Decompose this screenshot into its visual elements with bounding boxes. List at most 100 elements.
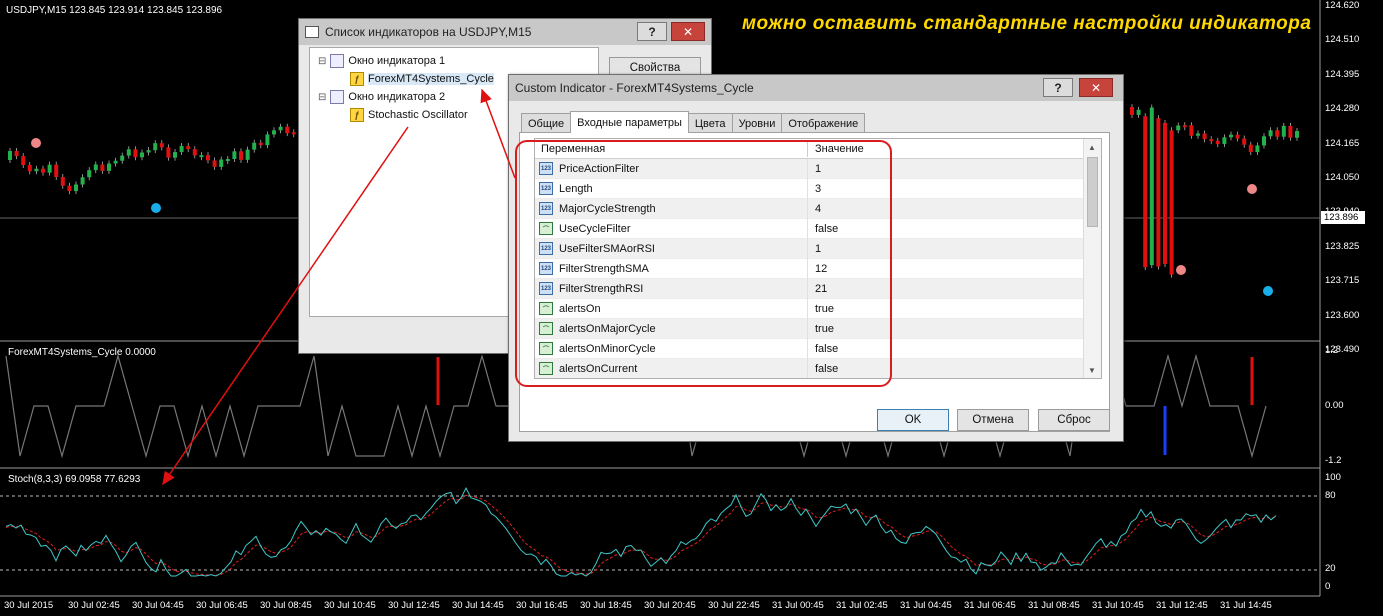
tab-colors[interactable]: Цвета [687,113,733,133]
swing-low-dot [151,203,161,213]
column-separator [807,219,808,239]
tab-input-parameters[interactable]: Входные параметры [570,111,689,133]
candle [232,151,237,159]
candle [34,168,39,172]
param-row[interactable]: 123 FilterStrengthRSI 21 [535,279,1083,299]
indicator-window-icon [330,90,345,104]
candle [206,155,210,161]
parameters-grid[interactable]: Переменная Значение 123 PriceActionFilter… [534,138,1102,379]
tree-item-window-1[interactable]: ⊟ Окно индикатора 1 [318,54,445,68]
collapse-icon[interactable]: ⊟ [318,56,326,67]
column-variable[interactable]: Переменная [541,143,605,155]
tab-visualization[interactable]: Отображение [781,113,866,133]
candle [1143,116,1148,268]
scroll-thumb[interactable] [1087,157,1098,227]
candle [140,152,144,158]
param-value[interactable]: 1 [815,163,821,175]
cancel-button[interactable]: Отмена [957,409,1029,431]
candle [239,151,243,160]
help-button[interactable]: ? [637,22,667,41]
close-button[interactable]: ✕ [671,22,705,41]
tree-item-stochastic-oscillator[interactable]: ƒ Stochastic Oscillator [350,108,468,122]
candle [1288,125,1293,138]
candle [120,155,125,161]
grid-scrollbar[interactable]: ▲ ▼ [1083,139,1101,378]
price-tick: 124.165 [1325,137,1360,149]
stoch-main-line [5,486,1277,577]
param-value[interactable]: false [815,223,838,235]
column-separator [807,339,808,359]
collapse-icon[interactable]: ⊟ [318,92,326,103]
help-button[interactable]: ? [1043,78,1073,97]
param-value[interactable]: 21 [815,283,827,295]
numeric-param-icon: 123 [539,282,553,295]
param-row[interactable]: 123 MajorCycleStrength 4 [535,199,1083,219]
candle [278,126,283,131]
column-separator [807,319,808,339]
column-value[interactable]: Значение [815,143,864,155]
numeric-param-icon: 123 [539,162,553,175]
param-value[interactable]: 1 [815,243,821,255]
custom-indicator-titlebar[interactable]: Custom Indicator - ForexMT4Systems_Cycle [509,75,1123,101]
time-tick: 30 Jul 04:45 [132,600,184,611]
candle [74,184,78,192]
param-value[interactable]: 3 [815,183,821,195]
param-name: PriceActionFilter [559,163,640,175]
column-separator [807,259,808,279]
cycle-tick: -1.2 [1325,455,1342,466]
column-separator [807,159,808,179]
param-name: Length [559,183,593,195]
scroll-up-icon[interactable]: ▲ [1088,143,1096,152]
param-row[interactable]: ⌒ alertsOnMajorCycle true [535,319,1083,339]
param-name: FilterStrengthRSI [559,283,644,295]
time-tick: 30 Jul 16:45 [516,600,568,611]
param-row[interactable]: 123 PriceActionFilter 1 [535,159,1083,179]
stoch-tick: 20 [1325,563,1336,574]
ok-button[interactable]: OK [877,409,949,431]
swing-high-dot [1176,265,1186,275]
column-separator [807,141,808,157]
param-row[interactable]: 123 FilterStrengthSMA 12 [535,259,1083,279]
param-value[interactable]: true [815,323,834,335]
tab-general[interactable]: Общие [521,113,572,133]
stoch-tick: 100 [1325,472,1341,483]
candle [133,149,138,158]
param-value[interactable]: true [815,303,834,315]
param-row[interactable]: ⌒ UseCycleFilter false [535,219,1083,239]
input-parameters-panel: Переменная Значение 123 PriceActionFilter… [519,132,1110,432]
candle [272,130,276,135]
indicator-list-title: Список индикаторов на USDJPY,M15 [325,25,532,39]
price-tick: 124.620 [1325,0,1360,11]
swing-low-dot [1263,286,1273,296]
boolean-param-icon: ⌒ [539,222,553,235]
close-button[interactable]: ✕ [1079,78,1113,97]
param-value[interactable]: 4 [815,203,821,215]
candle [41,168,45,173]
param-value[interactable]: false [815,363,838,375]
param-name: alertsOnCurrent [559,363,638,375]
scroll-down-icon[interactable]: ▼ [1088,366,1096,375]
candle [1275,130,1280,137]
boolean-param-icon: ⌒ [539,322,553,335]
annotation-text: можно оставить стандартные настройки инд… [742,13,1312,34]
column-separator [807,279,808,299]
candle [258,142,263,146]
window-icon [305,26,319,38]
param-row[interactable]: ⌒ alertsOnCurrent false [535,359,1083,378]
candle [1182,125,1187,128]
tab-levels[interactable]: Уровни [731,113,783,133]
param-row[interactable]: ⌒ alertsOn true [535,299,1083,319]
param-value[interactable]: false [815,343,838,355]
column-separator [807,299,808,319]
candle [225,158,230,161]
param-value[interactable]: 12 [815,263,827,275]
tree-item-window-2[interactable]: ⊟ Окно индикатора 2 [318,90,445,104]
boolean-param-icon: ⌒ [539,362,553,375]
reset-button[interactable]: Сброс [1038,409,1110,431]
candle [1136,109,1141,115]
tree-item-forexmt4systems-cycle[interactable]: ƒ ForexMT4Systems_Cycle [350,72,494,86]
candle [87,170,92,178]
param-row[interactable]: ⌒ alertsOnMinorCycle false [535,339,1083,359]
param-row[interactable]: 123 Length 3 [535,179,1083,199]
param-row[interactable]: 123 UseFilterSMAorRSI 1 [535,239,1083,259]
